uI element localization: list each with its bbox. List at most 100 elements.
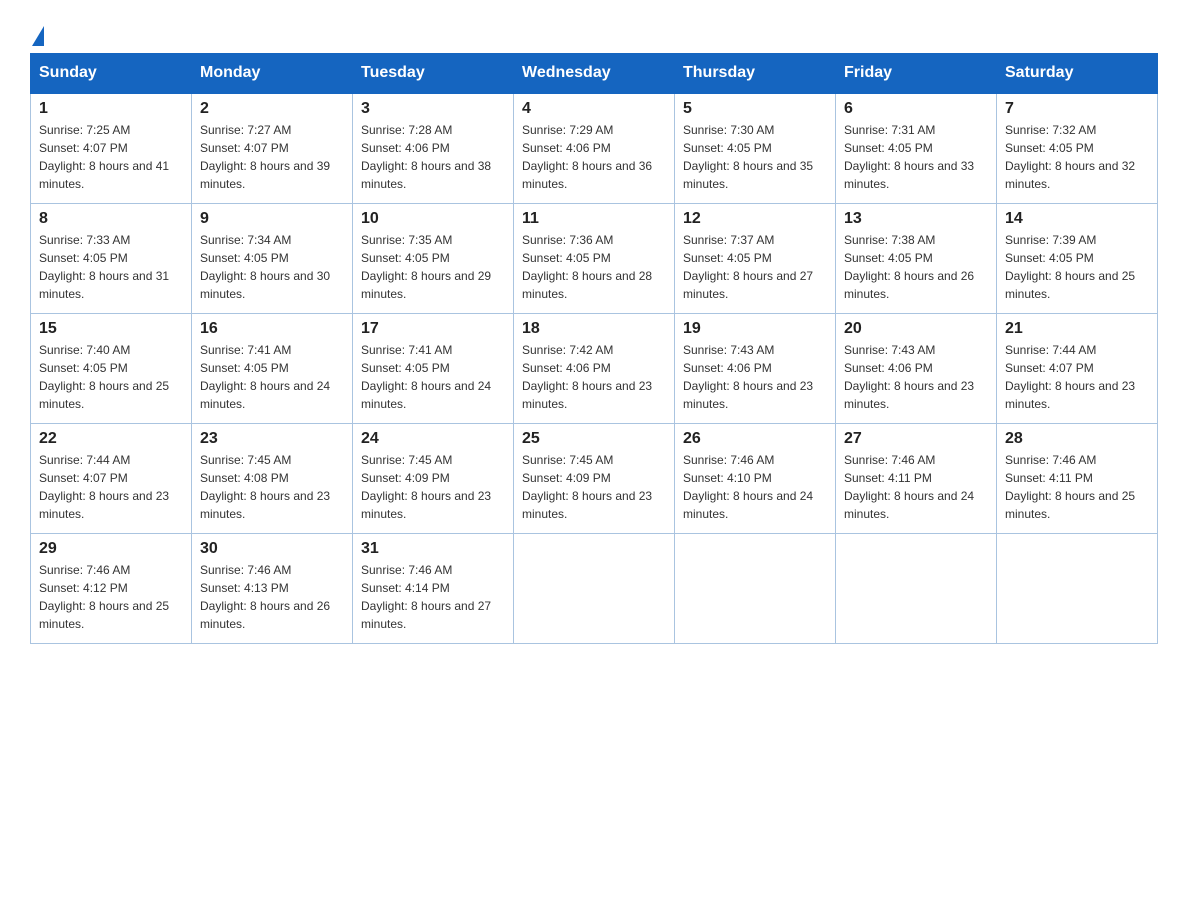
header-saturday: Saturday [997, 54, 1158, 94]
calendar-cell: 23 Sunrise: 7:45 AMSunset: 4:08 PMDaylig… [192, 423, 353, 533]
day-number: 7 [1005, 100, 1149, 118]
day-number: 13 [844, 210, 988, 228]
calendar-cell [675, 533, 836, 643]
day-number: 24 [361, 430, 505, 448]
day-info: Sunrise: 7:31 AMSunset: 4:05 PMDaylight:… [844, 123, 974, 191]
header-monday: Monday [192, 54, 353, 94]
day-number: 27 [844, 430, 988, 448]
day-info: Sunrise: 7:32 AMSunset: 4:05 PMDaylight:… [1005, 123, 1135, 191]
day-info: Sunrise: 7:29 AMSunset: 4:06 PMDaylight:… [522, 123, 652, 191]
day-number: 16 [200, 320, 344, 338]
day-number: 25 [522, 430, 666, 448]
calendar-cell: 30 Sunrise: 7:46 AMSunset: 4:13 PMDaylig… [192, 533, 353, 643]
page-header [30, 20, 1158, 43]
calendar-cell: 15 Sunrise: 7:40 AMSunset: 4:05 PMDaylig… [31, 313, 192, 423]
day-number: 21 [1005, 320, 1149, 338]
calendar-cell: 12 Sunrise: 7:37 AMSunset: 4:05 PMDaylig… [675, 203, 836, 313]
day-info: Sunrise: 7:45 AMSunset: 4:09 PMDaylight:… [522, 453, 652, 521]
day-number: 17 [361, 320, 505, 338]
day-info: Sunrise: 7:36 AMSunset: 4:05 PMDaylight:… [522, 233, 652, 301]
day-number: 2 [200, 100, 344, 118]
day-info: Sunrise: 7:41 AMSunset: 4:05 PMDaylight:… [200, 343, 330, 411]
day-info: Sunrise: 7:40 AMSunset: 4:05 PMDaylight:… [39, 343, 169, 411]
calendar-week-row: 22 Sunrise: 7:44 AMSunset: 4:07 PMDaylig… [31, 423, 1158, 533]
calendar-cell: 6 Sunrise: 7:31 AMSunset: 4:05 PMDayligh… [836, 93, 997, 203]
day-info: Sunrise: 7:45 AMSunset: 4:08 PMDaylight:… [200, 453, 330, 521]
day-info: Sunrise: 7:38 AMSunset: 4:05 PMDaylight:… [844, 233, 974, 301]
day-number: 9 [200, 210, 344, 228]
day-info: Sunrise: 7:30 AMSunset: 4:05 PMDaylight:… [683, 123, 813, 191]
day-info: Sunrise: 7:45 AMSunset: 4:09 PMDaylight:… [361, 453, 491, 521]
day-info: Sunrise: 7:37 AMSunset: 4:05 PMDaylight:… [683, 233, 813, 301]
day-info: Sunrise: 7:39 AMSunset: 4:05 PMDaylight:… [1005, 233, 1135, 301]
calendar-cell: 25 Sunrise: 7:45 AMSunset: 4:09 PMDaylig… [514, 423, 675, 533]
day-info: Sunrise: 7:44 AMSunset: 4:07 PMDaylight:… [1005, 343, 1135, 411]
day-number: 4 [522, 100, 666, 118]
calendar-cell: 13 Sunrise: 7:38 AMSunset: 4:05 PMDaylig… [836, 203, 997, 313]
calendar-table: SundayMondayTuesdayWednesdayThursdayFrid… [30, 53, 1158, 644]
day-info: Sunrise: 7:46 AMSunset: 4:10 PMDaylight:… [683, 453, 813, 521]
calendar-cell [514, 533, 675, 643]
calendar-cell: 4 Sunrise: 7:29 AMSunset: 4:06 PMDayligh… [514, 93, 675, 203]
calendar-week-row: 15 Sunrise: 7:40 AMSunset: 4:05 PMDaylig… [31, 313, 1158, 423]
header-friday: Friday [836, 54, 997, 94]
logo-triangle-icon [32, 26, 44, 46]
day-number: 31 [361, 540, 505, 558]
day-number: 8 [39, 210, 183, 228]
day-number: 18 [522, 320, 666, 338]
calendar-cell: 22 Sunrise: 7:44 AMSunset: 4:07 PMDaylig… [31, 423, 192, 533]
calendar-cell: 20 Sunrise: 7:43 AMSunset: 4:06 PMDaylig… [836, 313, 997, 423]
logo [30, 25, 44, 43]
day-number: 6 [844, 100, 988, 118]
calendar-cell: 14 Sunrise: 7:39 AMSunset: 4:05 PMDaylig… [997, 203, 1158, 313]
day-number: 26 [683, 430, 827, 448]
calendar-cell: 3 Sunrise: 7:28 AMSunset: 4:06 PMDayligh… [353, 93, 514, 203]
day-number: 28 [1005, 430, 1149, 448]
day-number: 5 [683, 100, 827, 118]
day-number: 11 [522, 210, 666, 228]
day-info: Sunrise: 7:43 AMSunset: 4:06 PMDaylight:… [683, 343, 813, 411]
calendar-week-row: 8 Sunrise: 7:33 AMSunset: 4:05 PMDayligh… [31, 203, 1158, 313]
day-number: 15 [39, 320, 183, 338]
calendar-cell: 18 Sunrise: 7:42 AMSunset: 4:06 PMDaylig… [514, 313, 675, 423]
calendar-cell: 2 Sunrise: 7:27 AMSunset: 4:07 PMDayligh… [192, 93, 353, 203]
calendar-cell: 24 Sunrise: 7:45 AMSunset: 4:09 PMDaylig… [353, 423, 514, 533]
day-number: 10 [361, 210, 505, 228]
day-info: Sunrise: 7:46 AMSunset: 4:14 PMDaylight:… [361, 563, 491, 631]
day-info: Sunrise: 7:46 AMSunset: 4:12 PMDaylight:… [39, 563, 169, 631]
day-info: Sunrise: 7:41 AMSunset: 4:05 PMDaylight:… [361, 343, 491, 411]
header-wednesday: Wednesday [514, 54, 675, 94]
day-number: 1 [39, 100, 183, 118]
day-info: Sunrise: 7:27 AMSunset: 4:07 PMDaylight:… [200, 123, 330, 191]
day-info: Sunrise: 7:46 AMSunset: 4:13 PMDaylight:… [200, 563, 330, 631]
day-info: Sunrise: 7:25 AMSunset: 4:07 PMDaylight:… [39, 123, 169, 191]
day-info: Sunrise: 7:44 AMSunset: 4:07 PMDaylight:… [39, 453, 169, 521]
day-number: 23 [200, 430, 344, 448]
calendar-cell: 21 Sunrise: 7:44 AMSunset: 4:07 PMDaylig… [997, 313, 1158, 423]
calendar-cell: 29 Sunrise: 7:46 AMSunset: 4:12 PMDaylig… [31, 533, 192, 643]
day-info: Sunrise: 7:34 AMSunset: 4:05 PMDaylight:… [200, 233, 330, 301]
day-number: 3 [361, 100, 505, 118]
calendar-cell: 9 Sunrise: 7:34 AMSunset: 4:05 PMDayligh… [192, 203, 353, 313]
day-info: Sunrise: 7:33 AMSunset: 4:05 PMDaylight:… [39, 233, 169, 301]
day-info: Sunrise: 7:35 AMSunset: 4:05 PMDaylight:… [361, 233, 491, 301]
calendar-header-row: SundayMondayTuesdayWednesdayThursdayFrid… [31, 54, 1158, 94]
calendar-cell: 16 Sunrise: 7:41 AMSunset: 4:05 PMDaylig… [192, 313, 353, 423]
calendar-cell: 10 Sunrise: 7:35 AMSunset: 4:05 PMDaylig… [353, 203, 514, 313]
calendar-cell: 1 Sunrise: 7:25 AMSunset: 4:07 PMDayligh… [31, 93, 192, 203]
calendar-cell: 27 Sunrise: 7:46 AMSunset: 4:11 PMDaylig… [836, 423, 997, 533]
calendar-cell: 31 Sunrise: 7:46 AMSunset: 4:14 PMDaylig… [353, 533, 514, 643]
header-tuesday: Tuesday [353, 54, 514, 94]
day-number: 29 [39, 540, 183, 558]
calendar-cell: 28 Sunrise: 7:46 AMSunset: 4:11 PMDaylig… [997, 423, 1158, 533]
day-number: 30 [200, 540, 344, 558]
calendar-cell [997, 533, 1158, 643]
calendar-cell: 11 Sunrise: 7:36 AMSunset: 4:05 PMDaylig… [514, 203, 675, 313]
header-sunday: Sunday [31, 54, 192, 94]
day-number: 20 [844, 320, 988, 338]
day-info: Sunrise: 7:46 AMSunset: 4:11 PMDaylight:… [1005, 453, 1135, 521]
calendar-cell: 26 Sunrise: 7:46 AMSunset: 4:10 PMDaylig… [675, 423, 836, 533]
calendar-week-row: 1 Sunrise: 7:25 AMSunset: 4:07 PMDayligh… [31, 93, 1158, 203]
day-info: Sunrise: 7:43 AMSunset: 4:06 PMDaylight:… [844, 343, 974, 411]
header-thursday: Thursday [675, 54, 836, 94]
